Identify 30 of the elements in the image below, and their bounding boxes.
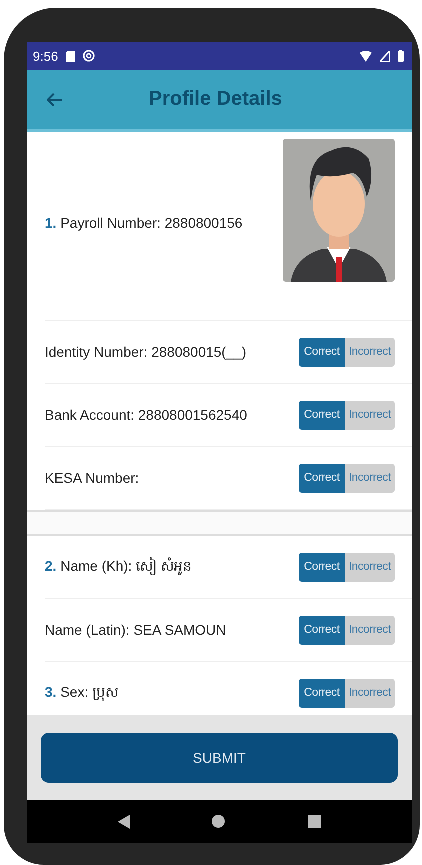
verify-option[interactable]: Incorrect xyxy=(344,338,395,366)
sync-icon xyxy=(83,50,96,62)
verify-option[interactable]: Correct xyxy=(298,464,345,492)
verify-option[interactable]: Correct xyxy=(298,400,345,430)
field-label: KESA Number: xyxy=(45,470,140,486)
sd-card-icon xyxy=(66,50,76,62)
verify-option[interactable]: Correct xyxy=(298,338,345,366)
status-time: 9:56 xyxy=(33,48,58,64)
field-label: 2. Name (Kh): សៀ សំអូន xyxy=(45,556,192,578)
wifi-icon xyxy=(360,50,372,62)
verify-option[interactable]: Incorrect xyxy=(344,464,395,492)
verify-option[interactable]: Correct xyxy=(298,552,345,582)
submit-button[interactable]: SUBMIT xyxy=(41,732,398,782)
field-label: 3. Sex: ប្រុស xyxy=(45,682,118,704)
verify-option[interactable]: Correct xyxy=(298,678,345,708)
field-label: Identity Number: 288080015(__) xyxy=(45,344,247,360)
field-label: Bank Account: 28808001562540 xyxy=(45,407,248,423)
recents-icon[interactable] xyxy=(308,815,321,828)
verify-option[interactable]: Incorrect xyxy=(344,678,395,708)
back-icon[interactable] xyxy=(118,814,130,828)
verify-option[interactable]: Incorrect xyxy=(344,616,395,644)
verify-option[interactable]: Incorrect xyxy=(344,552,395,582)
verify-option[interactable]: Incorrect xyxy=(344,400,395,430)
verify-option[interactable]: Correct xyxy=(298,616,345,644)
field-label: 1. Payroll Number: 2880800156 xyxy=(45,215,243,231)
battery-icon xyxy=(398,50,404,62)
field-label: Name (Latin): SEA SAMOUN xyxy=(45,622,226,638)
signal-icon xyxy=(380,50,390,62)
screen-title: Profile Details xyxy=(149,88,282,111)
home-icon[interactable] xyxy=(212,815,226,828)
